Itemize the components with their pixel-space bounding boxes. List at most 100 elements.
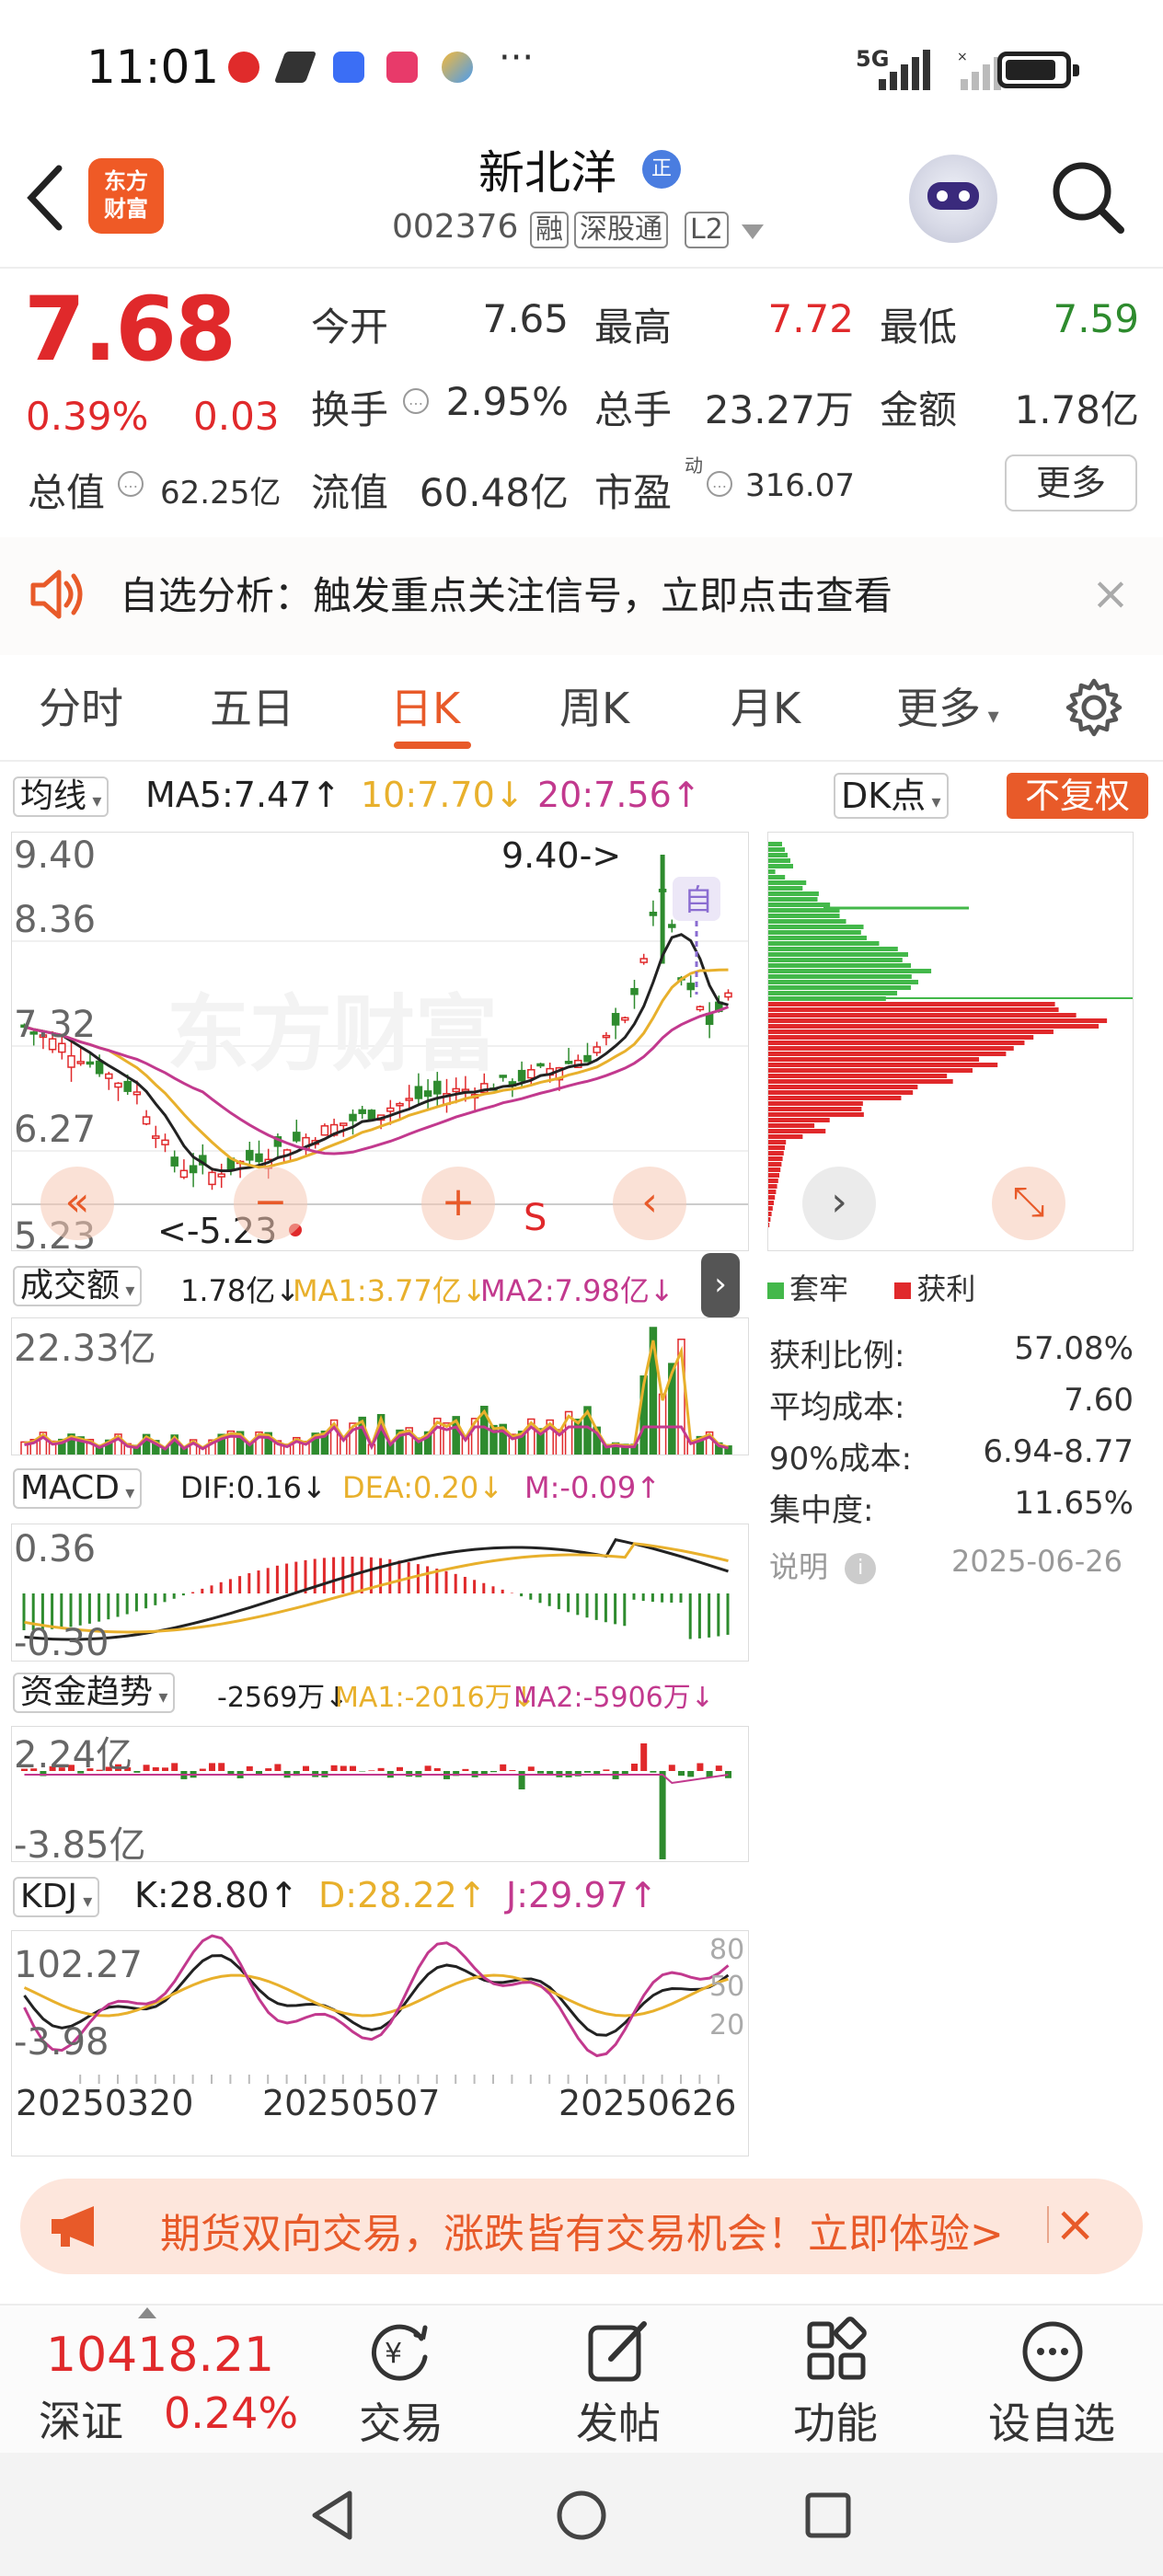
chip-bar <box>768 1046 1014 1051</box>
zoom-out-button[interactable]: − <box>234 1167 307 1240</box>
candle-body <box>293 1132 301 1142</box>
tag-l2: L2 <box>685 212 729 248</box>
tab-more[interactable]: 更多 ▾ <box>896 675 999 736</box>
chip-legend: 套牢 获利 <box>767 1266 975 1308</box>
kdj-selector[interactable]: KDJ <box>13 1877 100 1917</box>
nav-functions[interactable]: 功能 <box>793 2390 878 2451</box>
candle-body <box>161 1139 169 1145</box>
functions-icon[interactable] <box>802 2317 872 2386</box>
system-back-icon[interactable] <box>307 2488 359 2543</box>
info-icon: i <box>845 1553 877 1584</box>
dropdown-triangle-icon[interactable] <box>742 224 764 239</box>
tag-margin: 融 <box>530 212 569 248</box>
concentration-value: 11.65% <box>1014 1485 1134 1522</box>
macd-selector[interactable]: MACD <box>13 1468 143 1509</box>
pe-label: 市盈 <box>594 470 673 515</box>
chip-bar <box>768 1167 781 1172</box>
pe-info-icon[interactable]: … <box>707 471 732 497</box>
dk-point-button[interactable]: DK点 <box>834 773 949 819</box>
adjustment-button[interactable]: 不复权 <box>1007 773 1148 819</box>
market-cap-info-icon[interactable]: … <box>118 471 144 497</box>
index-name[interactable]: 深证 <box>39 2388 123 2449</box>
date-label: 20250507 <box>262 2083 440 2123</box>
chip-bar <box>768 875 786 880</box>
chip-bar <box>768 974 912 979</box>
chip-bar <box>768 842 782 846</box>
search-icon[interactable] <box>1049 158 1126 236</box>
candle-body <box>358 1109 366 1114</box>
system-home-icon[interactable] <box>554 2488 609 2543</box>
gear-icon[interactable] <box>1062 675 1126 740</box>
tab-daily-k[interactable]: 日K <box>390 675 460 736</box>
back-latest-button[interactable]: ‹ <box>613 1167 686 1240</box>
chip-bar <box>768 891 819 896</box>
ma20-value: 20:7.56↑ <box>537 775 701 815</box>
index-value[interactable]: 10418.21 <box>46 2328 274 2383</box>
expand-side-panel-icon[interactable]: › <box>701 1253 740 1317</box>
fund-bar <box>527 1766 535 1771</box>
fund-bar <box>687 1771 695 1777</box>
fund-trend-selector[interactable]: 资金趋势 <box>13 1673 176 1713</box>
nav-trade[interactable]: 交易 <box>359 2390 443 2451</box>
low-label: 最低 <box>880 305 958 350</box>
turnover-info-icon[interactable]: … <box>403 388 429 414</box>
chip-expand-button[interactable]: ⤡ <box>992 1167 1065 1240</box>
tab-intraday[interactable]: 分时 <box>39 675 123 736</box>
fund-trend-ma1: MA1:-2016万↓ <box>335 1682 535 1714</box>
chip-bar <box>768 1179 778 1183</box>
turnover-value: 2.95% <box>445 379 569 424</box>
turnover-label: 换手 <box>311 387 389 432</box>
add-watchlist-icon[interactable] <box>1018 2317 1088 2386</box>
post-icon[interactable] <box>583 2317 653 2386</box>
kdj-level: 20 <box>709 2009 744 2041</box>
more-quote-button[interactable]: 更多 <box>1005 454 1137 512</box>
candle-body <box>593 1046 601 1053</box>
chip-bar <box>768 930 861 935</box>
dk-point-label: DK点 <box>841 776 927 816</box>
candle-body <box>189 1165 198 1174</box>
tab-five-day[interactable]: 五日 <box>210 675 294 736</box>
banner-text[interactable]: 自选分析：触发重点关注信号，立即点击查看 <box>120 565 892 621</box>
ad-text[interactable]: 期货双向交易，涨跌皆有交易机会！立即体验> <box>160 2201 1004 2260</box>
nav-post[interactable]: 发帖 <box>576 2390 661 2451</box>
zoom-in-button[interactable]: + <box>421 1167 495 1240</box>
float-cap-value: 60.48亿 <box>419 470 569 515</box>
macd-dif-line <box>24 1537 729 1641</box>
y-label: 6.27 <box>14 1109 96 1151</box>
kdj-chart: 102.27 -3.98 80 50 20 20250320 20250507 … <box>11 1930 749 2156</box>
fund-bar <box>143 1765 150 1771</box>
volume-selector[interactable]: 成交额 <box>13 1266 143 1306</box>
chip-bar <box>768 1007 1059 1012</box>
system-recents-icon[interactable] <box>802 2490 854 2541</box>
svg-text:×: × <box>957 50 968 64</box>
tab-monthly-k[interactable]: 月K <box>731 675 800 736</box>
send-app-icon <box>273 52 317 83</box>
candle-body <box>123 1080 132 1092</box>
note-link[interactable]: 说明 i <box>769 1544 877 1586</box>
chip-bar <box>768 941 880 946</box>
trade-icon[interactable]: ¥ <box>364 2317 434 2386</box>
candle-body <box>386 1107 395 1112</box>
kdj-k: K:28.80↑ <box>134 1875 299 1915</box>
candle-body <box>246 1149 254 1161</box>
app-notification-icon <box>228 52 259 83</box>
tab-weekly-k[interactable]: 周K <box>559 675 629 736</box>
banner-close-icon[interactable]: × <box>1091 567 1130 620</box>
candle-body <box>349 1113 357 1121</box>
chip-next-button[interactable]: › <box>802 1167 876 1240</box>
stock-code: 002376 <box>392 208 519 246</box>
index-percent[interactable]: 0.24% <box>164 2388 298 2438</box>
ai-assistant-avatar[interactable] <box>909 155 997 243</box>
volume-ma1: MA1:3.77亿↓ <box>293 1273 487 1308</box>
scroll-left-button[interactable]: « <box>40 1167 114 1240</box>
kdj-d: D:28.22↑ <box>318 1875 487 1915</box>
chip-date: 2025-06-26 <box>951 1544 1123 1579</box>
fund-trend-value: -2569万↓ <box>217 1682 349 1714</box>
nav-add-watchlist[interactable]: 设自选 <box>988 2390 1115 2451</box>
back-arrow-icon[interactable] <box>22 161 68 235</box>
ad-close-icon[interactable]: × <box>1054 2195 1096 2253</box>
fund-bar <box>631 1763 638 1771</box>
ma-selector[interactable]: 均线 <box>13 776 109 817</box>
chip-bar <box>768 1079 953 1084</box>
ad-separator <box>1047 2206 1049 2243</box>
